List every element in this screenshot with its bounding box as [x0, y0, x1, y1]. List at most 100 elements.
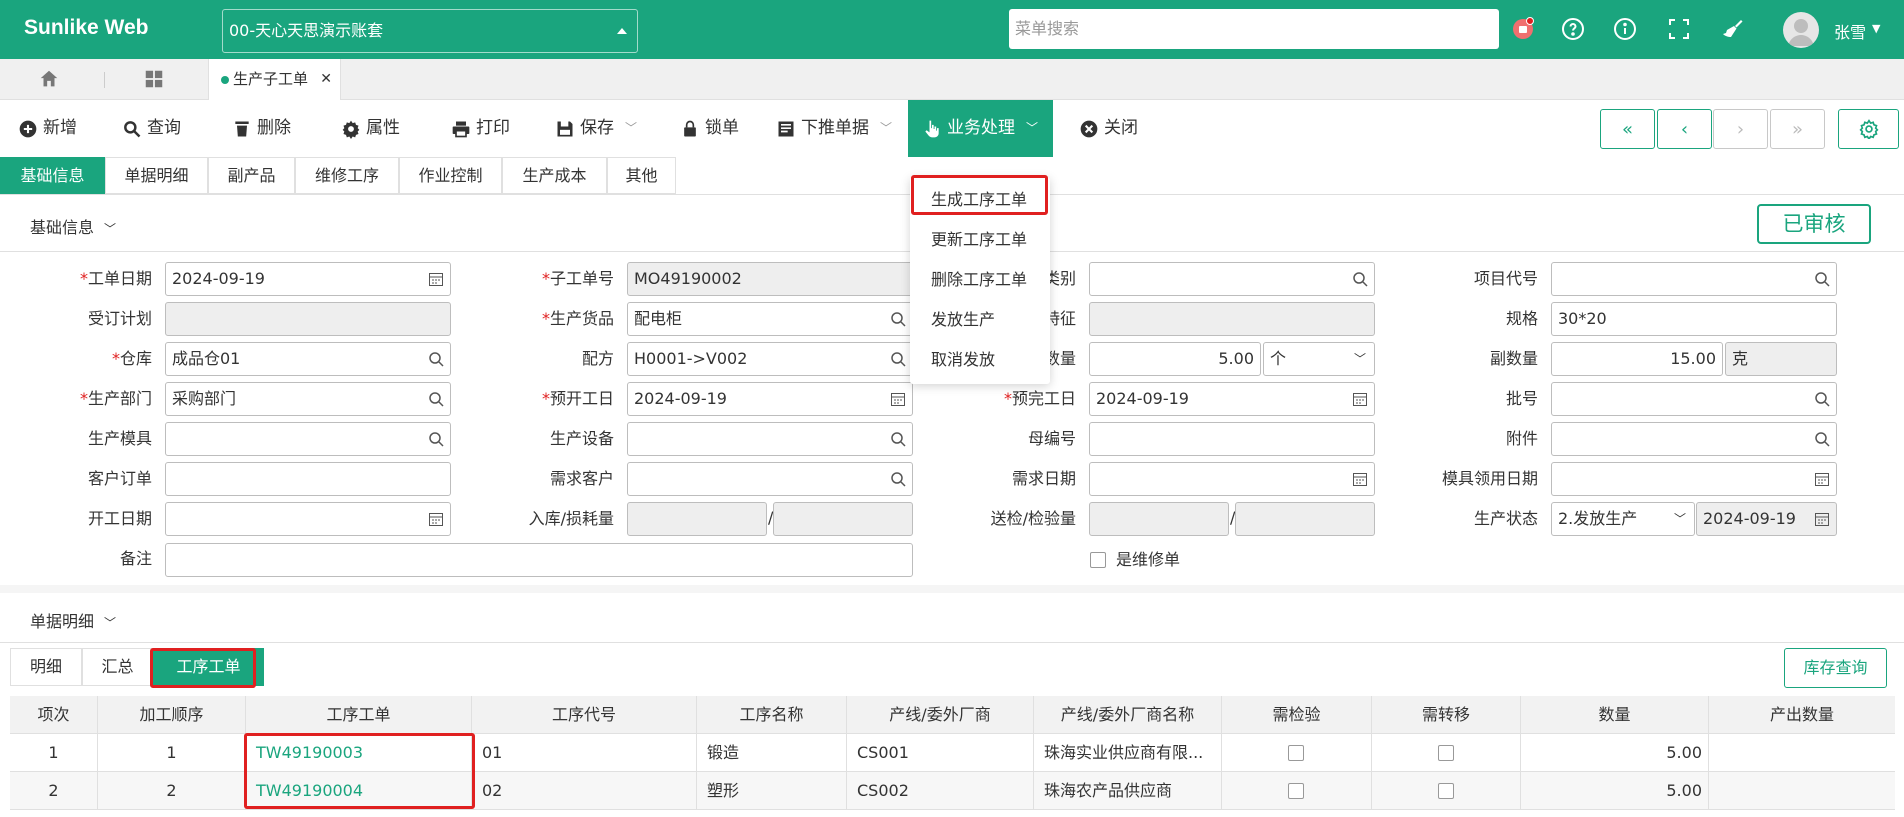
need-inspect-checkbox[interactable]	[1288, 745, 1304, 761]
details-section-toggle[interactable]: 单据明细 ﹀	[30, 608, 116, 632]
broom-icon[interactable]	[1720, 16, 1746, 42]
repair-order-checkbox[interactable]	[1090, 552, 1106, 568]
sub-quantity-field[interactable]: 15.00	[1551, 342, 1723, 376]
planned-start-field[interactable]: 2024-09-19	[627, 382, 913, 416]
menu-item-update-process-order[interactable]: 更新工序工单	[910, 220, 1050, 260]
last-record-button[interactable]: »	[1770, 109, 1825, 149]
info-icon[interactable]	[1612, 16, 1638, 42]
search-icon[interactable]	[1352, 271, 1368, 287]
push-document-button[interactable]: 下推单据 ﹀	[776, 100, 892, 157]
first-record-button[interactable]: «	[1600, 109, 1655, 149]
search-icon[interactable]	[1814, 391, 1830, 407]
sub-unit-field[interactable]: 克	[1725, 342, 1837, 376]
production-mold-field[interactable]	[165, 422, 451, 456]
search-icon[interactable]	[890, 351, 906, 367]
search-icon[interactable]	[890, 471, 906, 487]
quantity-field[interactable]: 5.00	[1089, 342, 1261, 376]
save-button[interactable]: 保存 ﹀	[555, 100, 637, 157]
search-icon[interactable]	[1814, 271, 1830, 287]
help-icon[interactable]	[1560, 16, 1586, 42]
search-icon[interactable]	[890, 311, 906, 327]
start-date-field[interactable]	[165, 502, 451, 536]
chevron-down-icon[interactable]: ﹀	[880, 100, 892, 157]
tab-production-cost[interactable]: 生产成本	[502, 157, 607, 194]
calendar-icon[interactable]	[1814, 511, 1830, 527]
prev-record-button[interactable]: ‹	[1657, 109, 1712, 149]
production-equipment-field[interactable]	[627, 422, 913, 456]
calendar-icon[interactable]	[1352, 471, 1368, 487]
caret-down-icon[interactable]: ▼	[1872, 22, 1880, 35]
feature-field[interactable]	[1089, 302, 1375, 336]
chevron-down-icon[interactable]: ﹀	[625, 100, 637, 157]
tab-basic-info[interactable]: 基础信息	[0, 157, 105, 194]
tab-details[interactable]: 单据明细	[105, 157, 208, 194]
unit-select[interactable]: 个 ﹀	[1263, 342, 1375, 376]
account-select[interactable]: 00-天心天思演示账套	[222, 9, 638, 53]
business-process-button[interactable]: 业务处理 ﹀	[908, 100, 1053, 157]
mold-use-date-field[interactable]	[1551, 462, 1837, 496]
sub-order-no-field[interactable]: MO49190002	[627, 262, 913, 296]
basic-info-section-toggle[interactable]: 基础信息 ﹀	[30, 214, 116, 238]
send-inspect-qty-field[interactable]	[1089, 502, 1229, 536]
demand-date-field[interactable]	[1089, 462, 1375, 496]
tab-repair-process[interactable]: 维修工序	[295, 157, 399, 194]
spec-field[interactable]: 30*20	[1551, 302, 1837, 336]
need-inspect-checkbox[interactable]	[1288, 783, 1304, 799]
remark-field[interactable]	[165, 543, 913, 577]
properties-button[interactable]: 属性	[341, 100, 400, 157]
settings-button[interactable]	[1838, 109, 1899, 149]
need-transfer-checkbox[interactable]	[1438, 783, 1454, 799]
fullscreen-icon[interactable]	[1666, 16, 1692, 42]
order-plan-field[interactable]	[165, 302, 451, 336]
loss-qty-field[interactable]	[773, 502, 913, 536]
calendar-icon[interactable]	[1352, 391, 1368, 407]
product-goods-field[interactable]: 配电柜	[627, 302, 913, 336]
search-icon[interactable]	[428, 391, 444, 407]
tab-other[interactable]: 其他	[607, 157, 676, 194]
need-transfer-checkbox[interactable]	[1438, 745, 1454, 761]
parent-no-field[interactable]	[1089, 422, 1375, 456]
home-icon[interactable]	[38, 68, 60, 94]
tab-by-products[interactable]: 副产品	[208, 157, 295, 194]
delete-button[interactable]: 删除	[232, 100, 291, 157]
notification-icon[interactable]	[1510, 16, 1536, 42]
tab-job-control[interactable]: 作业控制	[399, 157, 502, 194]
menu-item-cancel-release[interactable]: 取消发放	[910, 340, 1050, 380]
user-name[interactable]: 张雪	[1834, 19, 1866, 43]
menu-search-input[interactable]: 菜单搜索	[1009, 9, 1499, 49]
search-icon[interactable]	[1814, 431, 1830, 447]
project-code-field[interactable]	[1551, 262, 1837, 296]
menu-item-delete-process-order[interactable]: 删除工序工单	[910, 260, 1050, 300]
calendar-icon[interactable]	[428, 271, 444, 287]
inspected-qty-field[interactable]	[1235, 502, 1375, 536]
close-button[interactable]: 关闭	[1079, 100, 1138, 157]
calendar-icon[interactable]	[890, 391, 906, 407]
calendar-icon[interactable]	[1814, 471, 1830, 487]
batch-no-field[interactable]	[1551, 382, 1837, 416]
instock-qty-field[interactable]	[627, 502, 767, 536]
print-button[interactable]: 打印	[451, 100, 510, 157]
status-date-field[interactable]: 2024-09-19	[1696, 502, 1837, 536]
avatar[interactable]	[1783, 12, 1819, 48]
category-field[interactable]	[1089, 262, 1375, 296]
planned-end-field[interactable]: 2024-09-19	[1089, 382, 1375, 416]
apps-grid-icon[interactable]	[143, 68, 165, 94]
tab-production-suborder[interactable]: 生产子工单 ✕	[208, 59, 341, 100]
attachment-field[interactable]	[1551, 422, 1837, 456]
tab-summary[interactable]: 汇总	[82, 648, 153, 686]
search-icon[interactable]	[890, 431, 906, 447]
query-button[interactable]: 查询	[122, 100, 181, 157]
search-icon[interactable]	[428, 351, 444, 367]
customer-order-field[interactable]	[165, 462, 451, 496]
recipe-field[interactable]: H0001->V002	[627, 342, 913, 376]
order-date-field[interactable]: 2024-09-19	[165, 262, 451, 296]
production-status-select[interactable]: 2.发放生产 ﹀	[1551, 502, 1695, 536]
warehouse-field[interactable]: 成品仓01	[165, 342, 451, 376]
new-button[interactable]: 新增	[18, 100, 77, 157]
demand-customer-field[interactable]	[627, 462, 913, 496]
production-dept-field[interactable]: 采购部门	[165, 382, 451, 416]
search-icon[interactable]	[428, 431, 444, 447]
next-record-button[interactable]: ›	[1713, 109, 1768, 149]
lock-button[interactable]: 锁单	[680, 100, 739, 157]
calendar-icon[interactable]	[428, 511, 444, 527]
